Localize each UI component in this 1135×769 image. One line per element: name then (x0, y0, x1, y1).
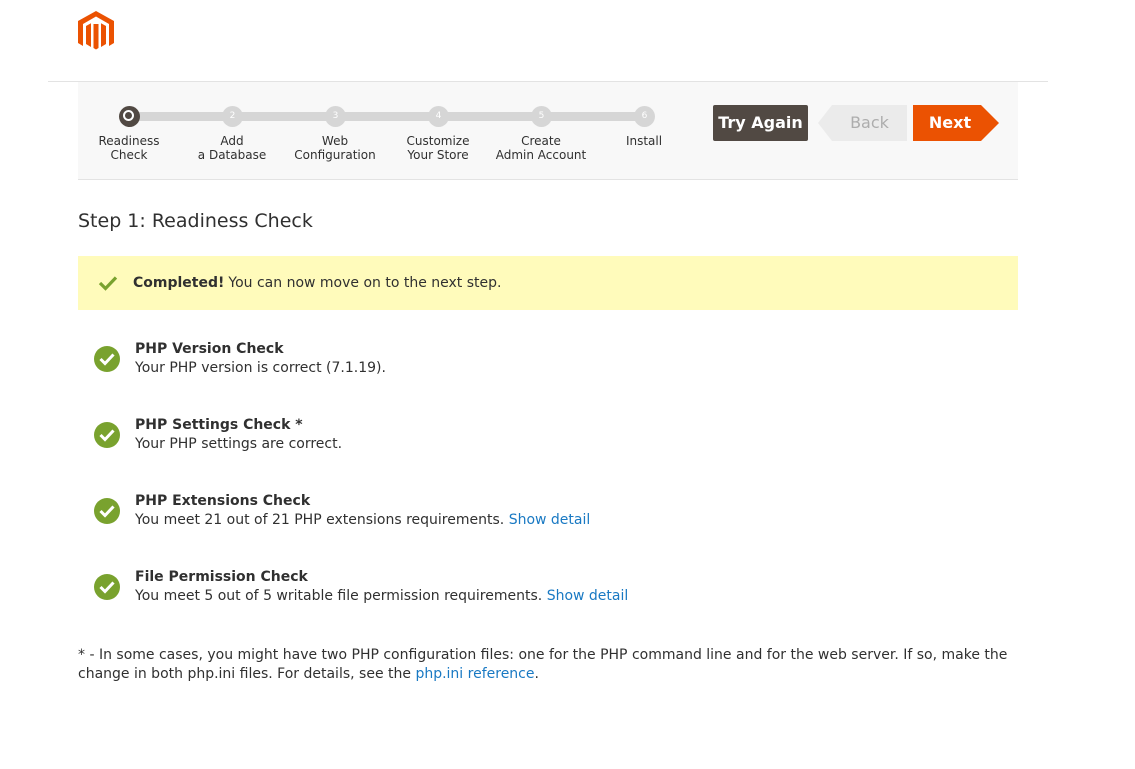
magento-logo-icon (78, 11, 114, 51)
checkmark-icon (98, 276, 118, 291)
completed-notice: Completed! You can now move on to the ne… (78, 256, 1018, 310)
check-description: Your PHP version is correct (7.1.19). (135, 360, 386, 376)
step-label: Add a Database (197, 134, 267, 162)
notice-strong: Completed! (133, 275, 225, 291)
page-title: Step 1: Readiness Check (78, 210, 313, 232)
step-label: Customize Your Store (406, 134, 470, 162)
step-label: Web Configuration (294, 134, 376, 162)
success-check-icon (94, 422, 120, 448)
step-label: Create Admin Account (495, 134, 587, 162)
back-button[interactable]: Back (818, 105, 907, 141)
success-check-icon (94, 498, 120, 524)
check-title: PHP Extensions Check (135, 493, 311, 509)
try-again-button[interactable]: Try Again (713, 105, 808, 141)
setup-progress-nav: Readiness Check 2 Add a Database 3 Web Conf… (78, 82, 1018, 180)
check-title: PHP Settings Check * (135, 417, 303, 433)
check-description: You meet 21 out of 21 PHP extensions req… (135, 512, 591, 528)
php-config-footnote: * - In some cases, you might have two PH… (78, 647, 1008, 682)
notice-text: You can now move on to the next step. (228, 275, 502, 291)
step-dot: 4 (428, 106, 449, 127)
check-description: Your PHP settings are correct. (135, 436, 343, 452)
step-dot: 3 (325, 106, 346, 127)
step-label: Install (625, 134, 663, 148)
check-description: You meet 5 out of 5 writable file permis… (135, 588, 629, 604)
step-dot: 5 (531, 106, 552, 127)
show-detail-link[interactable]: Show detail (509, 512, 591, 528)
php-ini-reference-link[interactable]: php.ini reference (415, 666, 534, 682)
show-detail-link[interactable]: Show detail (547, 588, 629, 604)
progress-track (129, 112, 644, 121)
step-label: Readiness Check (98, 134, 160, 162)
success-check-icon (94, 574, 120, 600)
check-title: PHP Version Check (135, 341, 284, 357)
success-check-icon (94, 346, 120, 372)
check-title: File Permission Check (135, 569, 308, 585)
next-button[interactable]: Next (913, 105, 999, 141)
step-dot: 2 (222, 106, 243, 127)
step-dot: 6 (634, 106, 655, 127)
step-dot-active (119, 106, 140, 127)
